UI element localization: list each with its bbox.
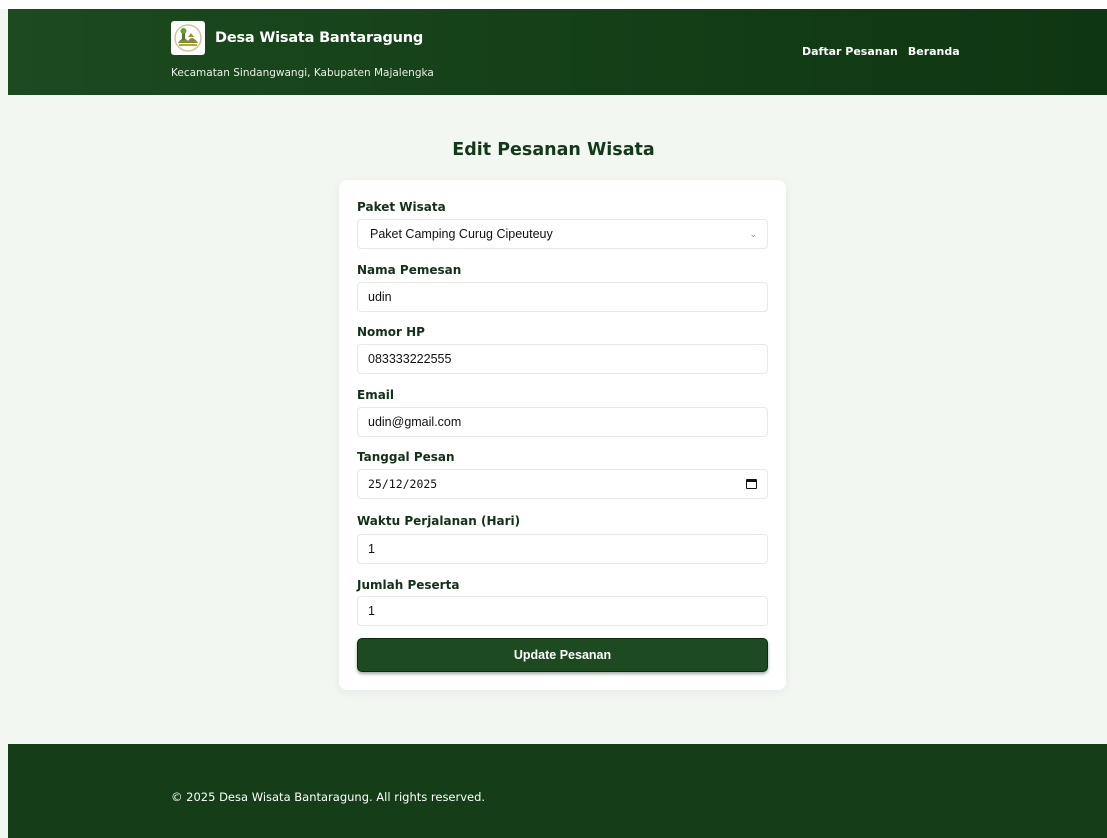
- tanggal-pesan-label: Tanggal Pesan: [357, 450, 455, 464]
- jumlah-peserta-input[interactable]: 1: [357, 596, 768, 626]
- paket-wisata-label: Paket Wisata: [357, 200, 446, 214]
- copyright-text: © 2025 Desa Wisata Bantaragung. All righ…: [171, 790, 486, 804]
- top-strip: [0, 0, 1107, 9]
- nav-beranda[interactable]: Beranda: [908, 45, 960, 58]
- village-logo-icon: [171, 21, 205, 55]
- brand-title: Desa Wisata Bantaragung: [215, 30, 424, 46]
- update-pesanan-button[interactable]: Update Pesanan: [357, 638, 768, 672]
- chevron-down-icon: ⌄: [749, 228, 757, 239]
- waktu-perjalanan-label: Waktu Perjalanan (Hari): [357, 514, 521, 528]
- nomor-hp-input[interactable]: 083333222555: [357, 344, 768, 374]
- nomor-hp-label: Nomor HP: [357, 325, 425, 339]
- main-content: Edit Pesanan Wisata Paket Wisata Paket C…: [0, 95, 1107, 744]
- waktu-perjalanan-input[interactable]: 1: [357, 534, 768, 564]
- main-nav: Daftar Pesanan Beranda: [802, 45, 960, 58]
- nama-pemesan-input[interactable]: udin: [357, 282, 768, 312]
- email-label: Email: [357, 388, 395, 402]
- site-footer: © 2025 Desa Wisata Bantaragung. All righ…: [8, 744, 1107, 838]
- tanggal-pesan-input[interactable]: 25/12/2025: [357, 469, 768, 499]
- jumlah-peserta-label: Jumlah Peserta: [357, 578, 460, 592]
- paket-wisata-select[interactable]: Paket Camping Curug Cipeuteuy ⌄: [357, 219, 768, 249]
- nav-daftar-pesanan[interactable]: Daftar Pesanan: [802, 45, 898, 58]
- brand[interactable]: Desa Wisata Bantaragung: [171, 21, 423, 55]
- email-input[interactable]: udin@gmail.com: [357, 407, 768, 437]
- site-header: Desa Wisata Bantaragung Kecamatan Sindan…: [8, 9, 1107, 95]
- paket-wisata-value: Paket Camping Curug Cipeuteuy: [370, 227, 553, 241]
- brand-subtitle: Kecamatan Sindangwangi, Kabupaten Majale…: [171, 67, 434, 79]
- tanggal-pesan-value: 25/12/2025: [368, 477, 438, 491]
- calendar-icon[interactable]: [746, 479, 757, 489]
- page-title: Edit Pesanan Wisata: [452, 140, 655, 160]
- nama-pemesan-label: Nama Pemesan: [357, 263, 462, 277]
- edit-order-form: Paket Wisata Paket Camping Curug Cipeute…: [339, 180, 786, 690]
